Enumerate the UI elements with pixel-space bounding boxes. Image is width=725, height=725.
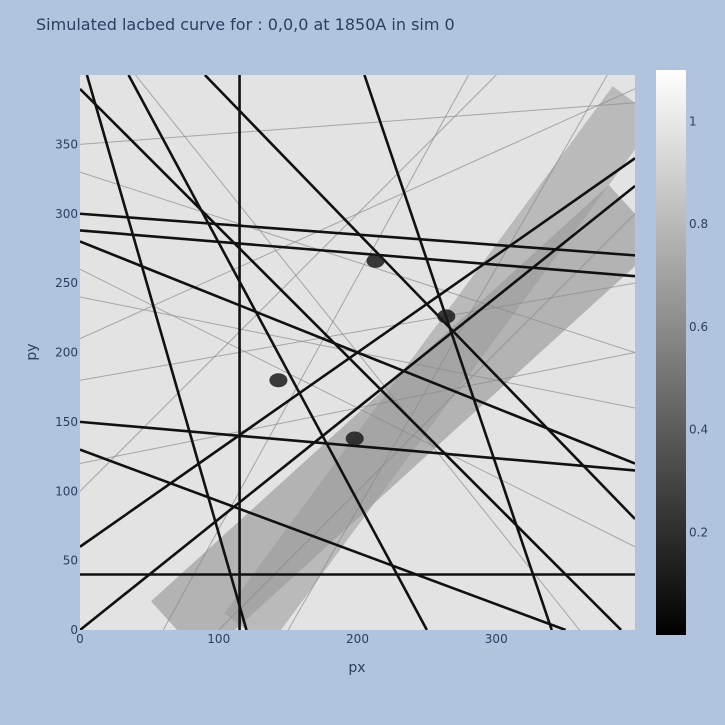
y-tick-label: 0	[70, 623, 78, 637]
y-tick-label: 250	[55, 276, 78, 290]
y-tick-label: 350	[55, 137, 78, 151]
colorbar-tick-label: 0.6	[689, 320, 708, 334]
x-tick-label: 100	[207, 632, 230, 646]
colorbar	[656, 70, 686, 635]
y-tick-label: 50	[63, 554, 78, 568]
y-tick-label: 150	[55, 415, 78, 429]
x-tick-label: 300	[485, 632, 508, 646]
colorbar-tick-label: 0.8	[689, 217, 708, 231]
x-tick-label: 200	[346, 632, 369, 646]
intersection-spot-0	[366, 253, 385, 268]
colorbar-tick-label: 0.2	[689, 525, 708, 539]
intersection-spot-3	[345, 431, 364, 446]
x-axis-title: px	[348, 660, 365, 676]
y-tick-label: 100	[55, 484, 78, 498]
y-tick-label: 200	[55, 346, 78, 360]
chart-title: Simulated lacbed curve for : 0,0,0 at 18…	[36, 15, 455, 34]
colorbar-tick-label: 1	[689, 114, 697, 128]
intersection-spot-1	[437, 309, 456, 324]
intersection-spot-2	[269, 373, 288, 388]
colorbar-tick-label: 0.4	[689, 423, 708, 437]
plot-area[interactable]	[80, 75, 635, 630]
heatmap-chart: Simulated lacbed curve for : 0,0,0 at 18…	[24, 15, 708, 676]
y-axis-title: py	[24, 343, 40, 360]
y-tick-label: 300	[55, 207, 78, 221]
